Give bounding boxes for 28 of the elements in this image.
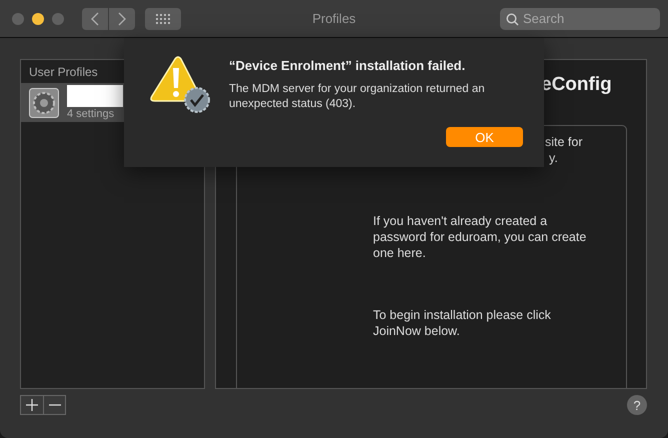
show-all-button[interactable]: [145, 8, 181, 30]
gear-icon: [29, 88, 59, 118]
profile-subtitle: 4 settings: [67, 108, 116, 120]
search-icon: [506, 12, 519, 26]
list-header: User Profiles: [28, 64, 99, 81]
description-text: If you haven't already created a password for eduroam, you can create one here.: [373, 213, 588, 261]
chevron-left-icon: [91, 12, 99, 26]
description-text: y.: [549, 151, 558, 165]
ok-button[interactable]: OK: [446, 127, 523, 147]
dialog-title: “Device Enrolment” installation failed.: [229, 58, 466, 73]
minimize-button[interactable]: [32, 12, 44, 24]
window-title: Profiles: [312, 11, 356, 26]
add-button[interactable]: [21, 396, 43, 414]
forward-button[interactable]: [109, 8, 135, 30]
search-field[interactable]: Search: [500, 8, 660, 30]
profile-title: eConfig: [541, 74, 612, 95]
chevron-right-icon: [118, 12, 126, 26]
help-button[interactable]: ?: [627, 395, 647, 415]
grid-icon: [156, 14, 170, 24]
dialog-message: The MDM server for your organization returned an unexpected status (403).: [229, 82, 486, 112]
warning-icon: [149, 56, 211, 114]
description-text: site for: [545, 135, 583, 149]
back-button[interactable]: [82, 8, 108, 30]
plus-icon: [26, 399, 38, 411]
minus-icon: [48, 404, 60, 406]
redaction-bar: [67, 85, 123, 107]
description-text: To begin installation please click JoinNow below.: [373, 307, 552, 339]
remove-button[interactable]: [43, 396, 65, 414]
